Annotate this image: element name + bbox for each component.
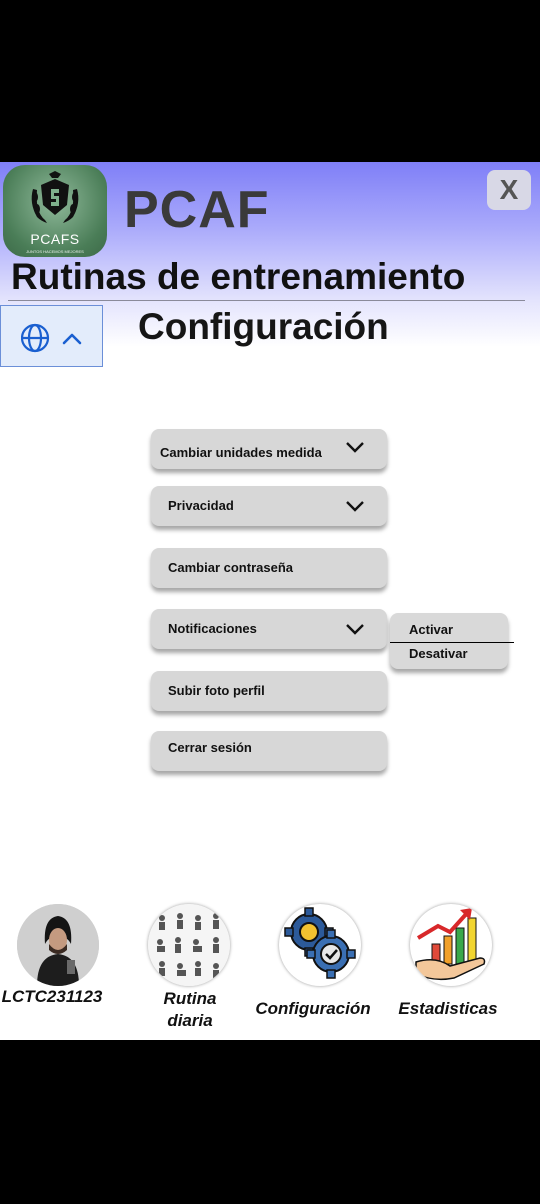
nav-label-routine-line2: diaria	[167, 1011, 213, 1030]
nav-label-routine-line1: Rutina	[163, 989, 217, 1008]
gears-icon	[284, 907, 356, 979]
chevron-down-icon	[346, 624, 364, 635]
brand-name: PCAF	[124, 181, 270, 239]
title-divider	[8, 300, 525, 301]
menu-item-label: Notificaciones	[168, 621, 257, 636]
menu-item-units[interactable]: Cambiar unidades medida	[151, 429, 387, 469]
logo-subtext: JUNTOS HACEMOS MEJORES	[26, 249, 84, 254]
page-title: Rutinas de entrenamiento	[11, 256, 466, 297]
avatar	[17, 904, 99, 986]
pcafs-logo: PCAFS JUNTOS HACEMOS MEJORES	[3, 165, 107, 257]
nav-profile-avatar[interactable]	[17, 904, 99, 986]
menu-item-change-password[interactable]: Cambiar contraseña	[151, 548, 387, 588]
laurel-shield-icon	[31, 171, 79, 223]
nav-label-profile[interactable]: LCTC231123	[0, 986, 104, 1008]
menu-item-upload-photo[interactable]: Subir foto perfil	[151, 671, 387, 711]
nav-label-statistics[interactable]: Estadisticas	[393, 998, 503, 1020]
menu-item-privacy[interactable]: Privacidad	[151, 486, 387, 526]
app-screen: PCAFS JUNTOS HACEMOS MEJORES PCAF X Ruti…	[0, 162, 540, 1040]
close-button[interactable]: X	[487, 170, 531, 210]
chevron-down-icon	[346, 501, 364, 512]
menu-item-label: Cambiar unidades medida	[160, 445, 322, 460]
menu-item-notifications[interactable]: Notificaciones	[151, 609, 387, 649]
chevron-up-icon	[62, 333, 82, 345]
nav-settings[interactable]	[279, 904, 361, 986]
language-selector[interactable]	[0, 305, 103, 367]
section-title: Configuración	[138, 306, 389, 347]
popup-divider	[390, 642, 514, 643]
menu-item-label: Subir foto perfil	[168, 683, 265, 698]
menu-item-label: Cerrar sesión	[168, 740, 252, 755]
globe-icon	[21, 323, 50, 353]
nav-label-settings[interactable]: Configuración	[252, 998, 374, 1020]
exercise-grid-icon	[148, 904, 230, 986]
menu-item-logout[interactable]: Cerrar sesión	[151, 731, 387, 771]
logo-text: PCAFS	[30, 231, 80, 247]
notifications-dropdown: Activar Desativar	[390, 613, 514, 669]
nav-label-routine[interactable]: Rutina diaria	[140, 988, 240, 1032]
option-deactivate[interactable]: Desativar	[409, 646, 468, 661]
nav-daily-routine[interactable]	[148, 904, 230, 986]
option-activate[interactable]: Activar	[409, 622, 453, 637]
chevron-down-icon	[346, 442, 364, 453]
growth-chart-icon	[415, 908, 486, 981]
nav-statistics[interactable]	[410, 904, 492, 986]
menu-item-label: Cambiar contraseña	[168, 560, 293, 575]
menu-item-label: Privacidad	[168, 498, 234, 513]
